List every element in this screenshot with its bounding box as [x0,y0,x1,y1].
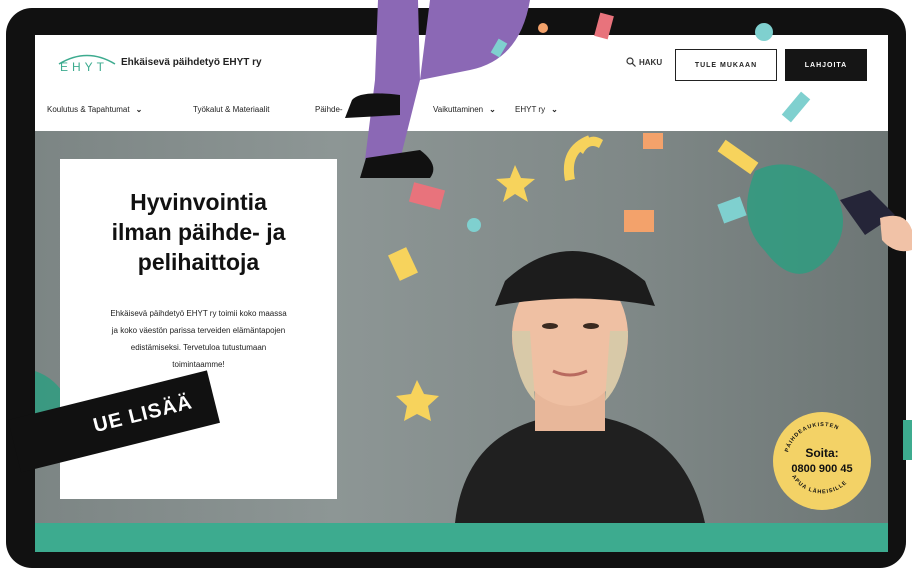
nav-item-paihde[interactable]: Päihde- [315,105,343,114]
svg-text:APUA LÄHEISILLE: APUA LÄHEISILLE [790,474,848,495]
donate-button[interactable]: LAHJOITA [785,49,867,81]
nav-item-koulutus[interactable]: Koulutus & Tapahtumat ⌄ [47,105,142,114]
ribbon-label: UE LISÄÄ [90,390,195,437]
search-icon [626,57,636,67]
nav-item-label: Päihde- [315,105,343,114]
hero-lead: Ehkäisevä päihdetyö EHYT ry toimii koko … [110,309,287,369]
site-header: EHYT Ehkäisevä päihdetyö EHYT ry HAKU TU… [35,35,888,91]
nav-item-label: Vaikuttaminen [433,105,484,114]
search-button[interactable]: HAKU [626,57,662,67]
search-label: HAKU [639,57,663,67]
svg-text:PÄIHDEAUKISTEN: PÄIHDEAUKISTEN [784,422,840,453]
chevron-down-icon: ⌄ [551,105,558,114]
nav-item-ehyt[interactable]: EHYT ry ⌄ [515,105,558,114]
nav-item-vaikuttaminen[interactable]: Vaikuttaminen ⌄ [433,105,496,114]
hero-headline: Hyvinvointia ilman päihde- ja pelihaitto… [111,189,286,275]
nav-item-label: EHYT ry [515,105,546,114]
svg-text:EHYT: EHYT [60,60,108,74]
org-name[interactable]: Ehkäisevä päihdetyö EHYT ry [121,57,262,68]
nav-item-tyokalut[interactable]: Työkalut & Materiaalit [193,105,269,114]
ehyt-logo[interactable]: EHYT [57,51,117,77]
nav-item-label: Koulutus & Tapahtumat [47,105,130,114]
chevron-down-icon: ⌄ [489,105,496,114]
hero-banner: Hyvinvointia ilman päihde- ja pelihaitto… [35,131,888,523]
helpline-badge[interactable]: PÄIHDEAUKISTEN APUA LÄHEISILLE Soita: 08… [773,412,871,510]
badge-arc-text: PÄIHDEAUKISTEN APUA LÄHEISILLE [784,422,848,495]
website-screen: EHYT Ehkäisevä päihdetyö EHYT ry HAKU TU… [35,35,888,552]
green-band [35,523,888,552]
nav-item-label: Työkalut & Materiaalit [193,105,270,114]
join-button[interactable]: TULE MUKAAN [675,49,777,81]
chevron-down-icon: ⌄ [135,105,143,114]
